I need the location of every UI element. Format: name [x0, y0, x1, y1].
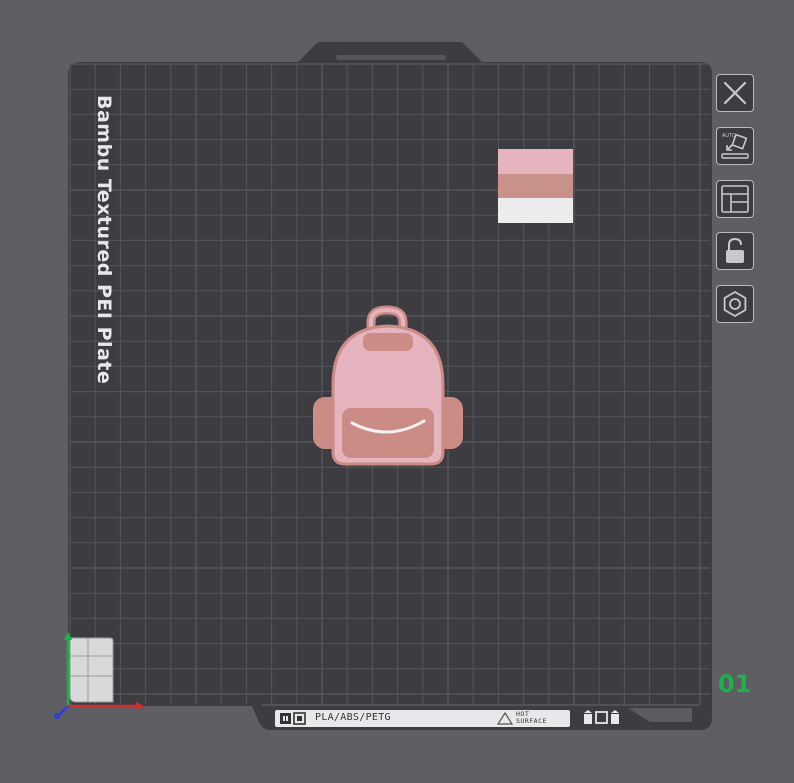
lock-button[interactable] [716, 232, 754, 270]
auto-orient-button[interactable]: AUTO [716, 127, 754, 165]
color-swatch-object[interactable] [498, 149, 573, 223]
lock-icon [726, 237, 744, 263]
swatch-band-middle [498, 174, 573, 198]
bed-info-strip: PLA/ABS/PETG HOT SURFACE [275, 710, 570, 727]
plate-name-label: Bambu Textured PEI Plate [93, 95, 115, 385]
arrange-button[interactable] [716, 180, 754, 218]
view-cube[interactable] [69, 637, 114, 703]
auto-orient-icon: AUTO [721, 133, 749, 159]
plate-orientation-icons [584, 710, 619, 724]
settings-icon [723, 290, 747, 318]
plate-material-text: PLA/ABS/PETG [315, 712, 391, 723]
backpack-top-flap [363, 333, 413, 351]
close-icon [723, 81, 747, 105]
plate-handle-slot [336, 55, 446, 60]
svg-text:AUTO: AUTO [722, 133, 736, 139]
swatch-band-bottom [498, 198, 573, 223]
surface-label: SURFACE [516, 717, 547, 725]
arrow-up-icon [584, 710, 592, 724]
arrange-icon [721, 185, 749, 213]
hot-surface-label: HOT SURFACE [516, 711, 547, 725]
arrow-up-icon [611, 710, 619, 724]
build-plate-scene [54, 42, 712, 730]
warning-icon [497, 712, 513, 725]
plate-type-icon [280, 712, 306, 725]
plate-number: 01 [718, 670, 752, 698]
square-icon [595, 711, 608, 724]
settings-button[interactable] [716, 285, 754, 323]
swatch-band-top [498, 149, 573, 174]
close-button[interactable] [716, 74, 754, 112]
